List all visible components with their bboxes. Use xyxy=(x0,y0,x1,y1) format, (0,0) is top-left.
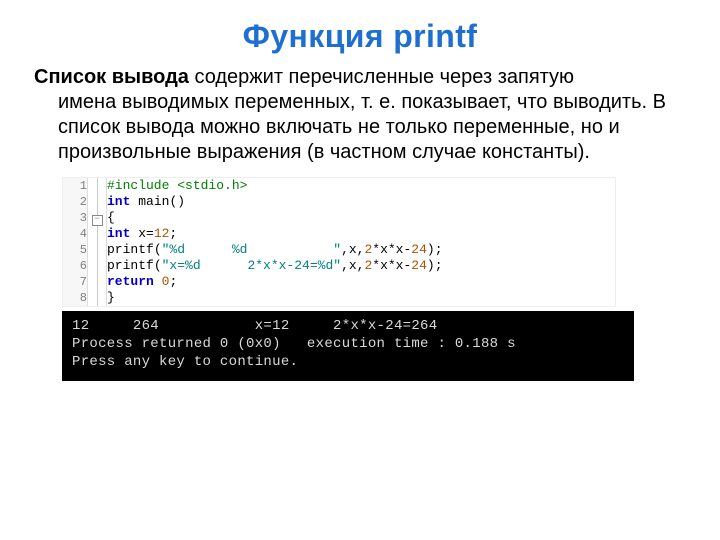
fold-gutter: − xyxy=(88,210,107,226)
fold-gutter xyxy=(88,274,107,290)
code-line: 8} xyxy=(63,290,615,306)
fold-gutter xyxy=(88,178,107,194)
fold-gutter xyxy=(88,290,107,306)
fold-gutter xyxy=(88,258,107,274)
body-text-rest: имена выводимых переменных, т. е. показы… xyxy=(34,90,686,165)
console-line-3: Press any key to continue. xyxy=(72,354,298,370)
line-number: 6 xyxy=(63,258,88,274)
code-editor: 1#include <stdio.h>2int main()3−{4int x=… xyxy=(62,177,616,307)
body-paragraph: Список вывода содержит перечисленные чер… xyxy=(34,65,686,165)
line-number: 2 xyxy=(63,194,88,210)
line-number: 7 xyxy=(63,274,88,290)
code-table: 1#include <stdio.h>2int main()3−{4int x=… xyxy=(63,178,615,306)
code-content: int main() xyxy=(107,194,616,210)
slide-title: Функция printf xyxy=(34,18,686,55)
code-content: } xyxy=(107,290,616,306)
code-line: 1 #include <stdio.h> xyxy=(63,178,615,194)
line-number: 3 xyxy=(63,210,88,226)
code-line: 6 printf("x=%d 2*x*x-24=%d",x,2*x*x-24); xyxy=(63,258,615,274)
line-number: 4 xyxy=(63,226,88,242)
body-text-first: содержит перечисленные через запятую xyxy=(189,66,574,88)
slide: Функция printf Список вывода содержит пе… xyxy=(0,0,720,540)
body-lead: Список вывода xyxy=(34,66,189,88)
code-line: 5 printf("%d %d ",x,2*x*x-24); xyxy=(63,242,615,258)
code-line: 3−{ xyxy=(63,210,615,226)
console-line-2: Process returned 0 (0x0) execution time … xyxy=(72,336,516,352)
code-content: return 0; xyxy=(107,274,616,290)
fold-minus-icon[interactable]: − xyxy=(92,215,103,226)
code-content: printf("%d %d ",x,2*x*x-24); xyxy=(107,242,616,258)
code-content: #include <stdio.h> xyxy=(107,178,616,194)
line-number: 5 xyxy=(63,242,88,258)
console-output: 12 264 x=12 2*x*x-24=264 Process returne… xyxy=(62,311,634,381)
code-content: int x=12; xyxy=(107,226,616,242)
fold-gutter xyxy=(88,194,107,210)
code-content: { xyxy=(107,210,616,226)
fold-gutter xyxy=(88,226,107,242)
code-line: 7 return 0; xyxy=(63,274,615,290)
fold-gutter xyxy=(88,242,107,258)
code-line: 2 int main() xyxy=(63,194,615,210)
console-line-1: 12 264 x=12 2*x*x-24=264 xyxy=(72,318,437,334)
line-number: 8 xyxy=(63,290,88,306)
line-number: 1 xyxy=(63,178,88,194)
code-line: 4 int x=12; xyxy=(63,226,615,242)
code-content: printf("x=%d 2*x*x-24=%d",x,2*x*x-24); xyxy=(107,258,616,274)
